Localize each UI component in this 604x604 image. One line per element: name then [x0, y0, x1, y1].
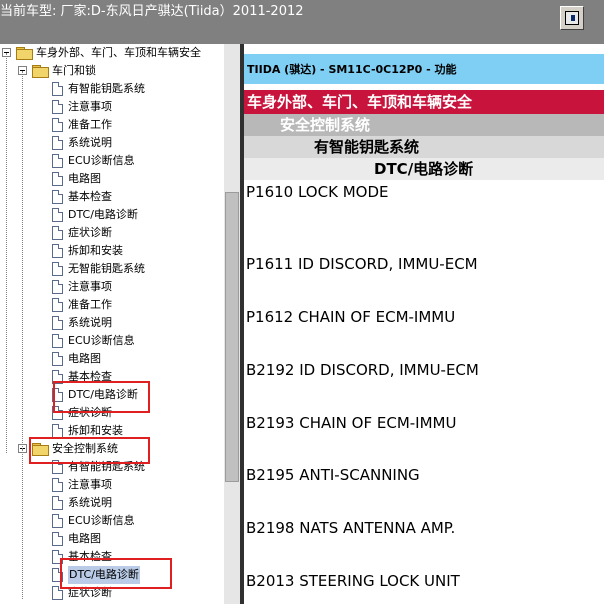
tree-item[interactable]: 基本检查	[52, 188, 112, 206]
tree-item-label: 车身外部、车门、车顶和车辆安全	[36, 46, 201, 59]
folder-icon	[32, 65, 49, 78]
tree-scrollbar[interactable]	[224, 44, 240, 604]
app-title: 当前车型: 厂家:D-东风日产骐达(Tiida）2011-2012	[0, 4, 304, 19]
breadcrumb-level-1: 车身外部、车门、车顶和车辆安全	[244, 90, 604, 114]
tree-item[interactable]: 系统说明	[52, 494, 112, 512]
tree-item-label: 电路图	[68, 352, 101, 365]
dtc-link[interactable]: B2013 STEERING LOCK UNIT	[246, 572, 460, 590]
tree-folder[interactable]: 车门和锁	[32, 62, 96, 80]
tree-item-label: 拆卸和安装	[68, 244, 123, 257]
document-icon	[52, 208, 63, 222]
tree-item[interactable]: 准备工作	[52, 296, 112, 314]
tree-item[interactable]: 系统说明	[52, 134, 112, 152]
tree-item-label: 注意事项	[68, 478, 112, 491]
document-icon	[52, 190, 63, 204]
dtc-link[interactable]: B2192 ID DISCORD, IMMU-ECM	[246, 361, 479, 379]
dtc-link[interactable]: B2198 NATS ANTENNA AMP.	[246, 519, 455, 537]
tree-item-label: ECU诊断信息	[68, 514, 135, 527]
tree-item[interactable]: ECU诊断信息	[52, 512, 135, 530]
tree-item-label: 电路图	[68, 172, 101, 185]
tree-item-label: 车门和锁	[52, 64, 96, 77]
document-icon	[52, 172, 63, 186]
tree-item[interactable]: ECU诊断信息	[52, 152, 135, 170]
tree-item-label: 准备工作	[68, 298, 112, 311]
title-bar: 当前车型: 厂家:D-东风日产骐达(Tiida）2011-2012	[0, 0, 604, 44]
document-icon	[52, 316, 63, 330]
tree-folder[interactable]: 车身外部、车门、车顶和车辆安全	[16, 44, 201, 62]
tree-item-label: 电路图	[68, 532, 101, 545]
tree-item[interactable]: 电路图	[52, 170, 101, 188]
document-icon	[52, 334, 63, 348]
tree-item-label: ECU诊断信息	[68, 154, 135, 167]
tree-item[interactable]: ECU诊断信息	[52, 332, 135, 350]
document-icon	[52, 262, 63, 276]
tree-item[interactable]: 注意事项	[52, 98, 112, 116]
navigation-tree: 车身外部、车门、车顶和车辆安全 车门和锁 有智能钥匙系统 注意事项 准备工作 系统说明 EC…	[0, 44, 240, 604]
document-header-text: TIIDA (骐达) - SM11C-0C12P0 - 功能	[247, 63, 457, 76]
document-header: TIIDA (骐达) - SM11C-0C12P0 - 功能	[244, 54, 604, 84]
tree-guide-line	[6, 53, 7, 453]
tree-item-label: 基本检查	[68, 190, 112, 203]
tree-item-label: 注意事项	[68, 100, 112, 113]
tree-item-label: 系统说明	[68, 136, 112, 149]
dtc-link[interactable]: P1612 CHAIN OF ECM-IMMU	[246, 308, 455, 326]
tree-item[interactable]: 系统说明	[52, 314, 112, 332]
scrollbar-thumb[interactable]	[225, 192, 239, 482]
document-icon	[52, 514, 63, 528]
document-icon	[52, 352, 63, 366]
tree-item-label: ECU诊断信息	[68, 334, 135, 347]
tree-item[interactable]: 注意事项	[52, 476, 112, 494]
document-icon	[52, 244, 63, 258]
tree-item-label: 无智能钥匙系统	[68, 262, 145, 275]
document-icon	[52, 82, 63, 96]
highlight-box	[53, 381, 150, 413]
dtc-link[interactable]: B2193 CHAIN OF ECM-IMMU	[246, 414, 456, 432]
document-icon	[52, 100, 63, 114]
breadcrumb-level-3: 有智能钥匙系统	[244, 136, 604, 158]
tree-item[interactable]: 症状诊断	[52, 224, 112, 242]
dtc-link[interactable]: P1610 LOCK MODE	[246, 183, 388, 201]
tree-item-label: 症状诊断	[68, 226, 112, 239]
tree-item[interactable]: 注意事项	[52, 278, 112, 296]
tree-item[interactable]: 电路图	[52, 350, 101, 368]
document-icon	[52, 496, 63, 510]
tree-guide-line	[22, 449, 23, 599]
tree-guide-line	[22, 71, 23, 451]
folder-icon	[16, 47, 33, 60]
tree-item[interactable]: 有智能钥匙系统	[52, 80, 145, 98]
content-pane: TIIDA (骐达) - SM11C-0C12P0 - 功能 车身外部、车门、车…	[244, 44, 604, 604]
dtc-link[interactable]: B2195 ANTI-SCANNING	[246, 466, 420, 484]
breadcrumb-level-2: 安全控制系统	[244, 114, 604, 136]
tree-item[interactable]: 无智能钥匙系统	[52, 260, 145, 278]
window-toggle-button[interactable]	[560, 6, 584, 30]
tree-item-label: 系统说明	[68, 496, 112, 509]
breadcrumb-level-4: DTC/电路诊断	[244, 158, 604, 180]
document-icon	[52, 280, 63, 294]
tree-item-label: 系统说明	[68, 316, 112, 329]
dtc-link[interactable]: P1611 ID DISCORD, IMMU-ECM	[246, 255, 478, 273]
tree-item[interactable]: 电路图	[52, 530, 101, 548]
tree-item-label: DTC/电路诊断	[68, 208, 138, 221]
document-icon	[52, 478, 63, 492]
tree-item-label: 准备工作	[68, 118, 112, 131]
document-icon	[52, 298, 63, 312]
tree-item-label: 有智能钥匙系统	[68, 82, 145, 95]
window-toggle-icon	[565, 11, 579, 25]
tree-item-label: 注意事项	[68, 280, 112, 293]
document-icon	[52, 532, 63, 546]
tree-item[interactable]: 准备工作	[52, 116, 112, 134]
document-icon	[52, 136, 63, 150]
document-icon	[52, 226, 63, 240]
highlight-box	[29, 437, 150, 464]
highlight-box	[60, 558, 172, 589]
tree-item[interactable]: 拆卸和安装	[52, 242, 123, 260]
document-icon	[52, 424, 63, 438]
tree-item[interactable]: DTC/电路诊断	[52, 206, 138, 224]
document-icon	[52, 154, 63, 168]
document-icon	[52, 118, 63, 132]
